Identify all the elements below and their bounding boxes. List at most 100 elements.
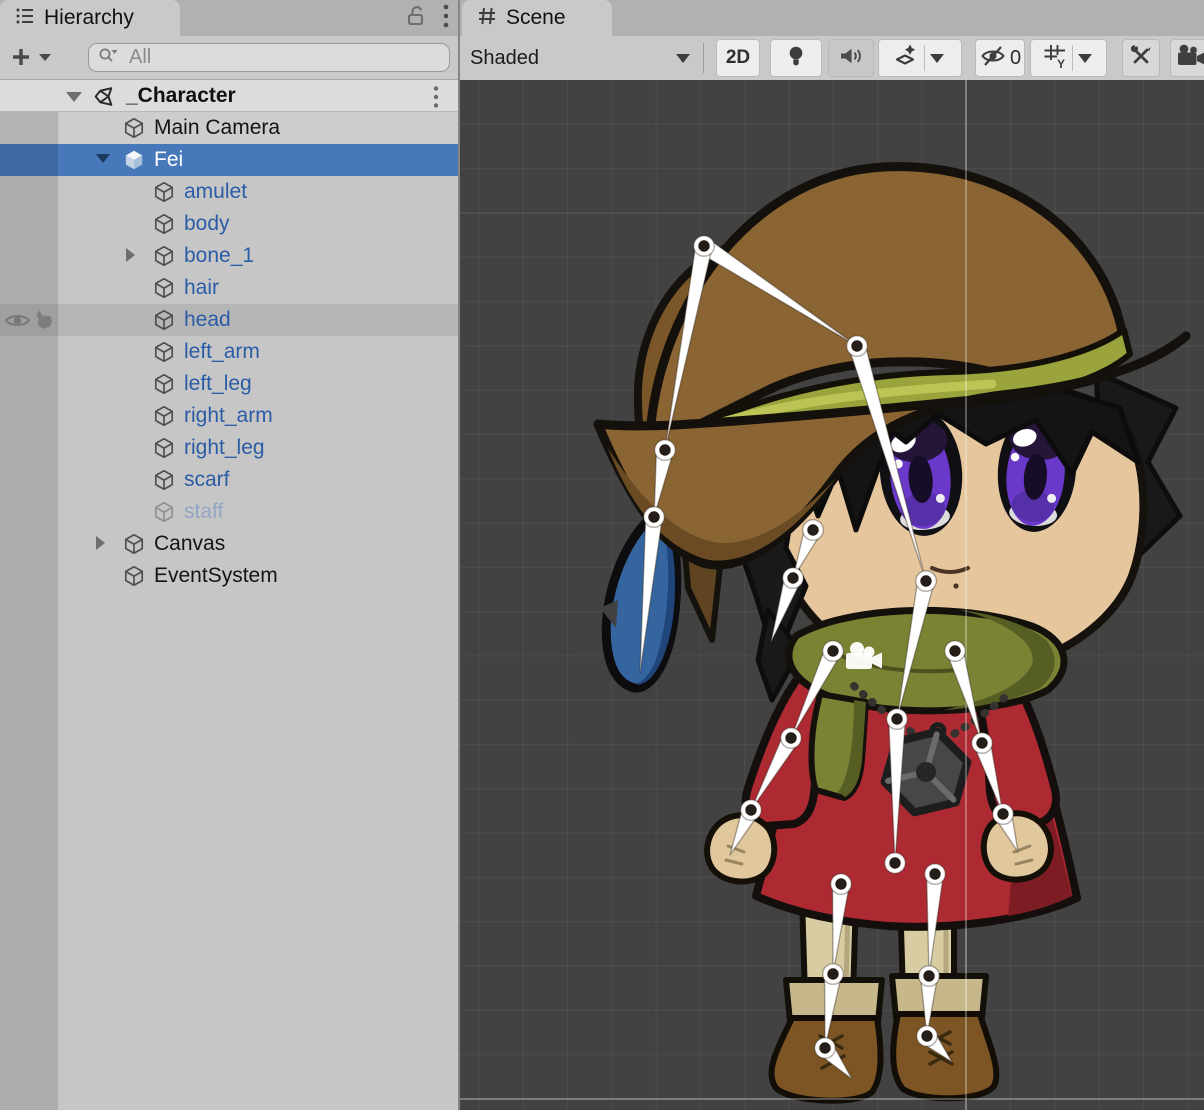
item-label: staff: [184, 496, 223, 528]
tab-scene[interactable]: Scene: [462, 0, 612, 36]
grid-dropdown[interactable]: [1072, 45, 1097, 71]
cube-icon: [152, 500, 176, 524]
cube-icon: [152, 276, 176, 300]
picking-hand-icon[interactable]: [31, 308, 55, 344]
tree-item-head[interactable]: head: [0, 304, 458, 336]
component-tools-button[interactable]: [1122, 39, 1160, 77]
chevron-collapsed-icon[interactable]: [126, 248, 135, 262]
cube-icon: [152, 372, 176, 396]
item-label: left_leg: [184, 368, 252, 400]
tree-item-left_arm[interactable]: left_arm: [0, 336, 458, 368]
search-placeholder: All: [129, 46, 151, 69]
cube-icon: [152, 436, 176, 460]
unity-editor-window: Hierarchy: [0, 0, 1204, 1110]
scene-tab-label: Scene: [506, 6, 566, 30]
unity-scene-icon: [92, 84, 117, 114]
hierarchy-tabbar: Hierarchy: [0, 0, 458, 36]
scene-tabbar: Scene: [460, 0, 1204, 36]
tree-item-amulet[interactable]: amulet: [0, 176, 458, 208]
kebab-menu-icon[interactable]: [442, 3, 450, 34]
scene-name-label: _Character: [126, 80, 236, 111]
chevron-expanded-icon[interactable]: [66, 92, 82, 102]
shading-mode-dropdown[interactable]: Shaded: [464, 39, 700, 77]
scene-visibility-button[interactable]: 0: [975, 39, 1025, 77]
item-label: EventSystem: [154, 560, 278, 592]
cube-icon: [152, 244, 176, 268]
camera-preview-button[interactable]: [1170, 39, 1204, 77]
tree-item-canvas[interactable]: Canvas: [0, 528, 458, 560]
2d-toggle-button[interactable]: 2D: [716, 39, 760, 77]
lighting-toggle-button[interactable]: [770, 39, 822, 77]
cube-icon: [122, 564, 146, 588]
effects-sparkle-icon: [892, 43, 920, 74]
tree-item-body[interactable]: body: [0, 208, 458, 240]
item-label: amulet: [184, 176, 247, 208]
item-label: Fei: [154, 144, 183, 176]
chevron-expanded-icon[interactable]: [96, 154, 110, 163]
cube-icon: [152, 308, 176, 332]
hierarchy-tree: _Character Main CameraFeiamuletbodybone_…: [0, 80, 458, 1110]
prefab-cube-icon: [122, 148, 146, 172]
cube-icon: [152, 340, 176, 364]
kebab-menu-icon[interactable]: [432, 85, 440, 114]
cube-icon: [122, 532, 146, 556]
chevron-collapsed-icon[interactable]: [96, 536, 105, 550]
item-label: right_leg: [184, 432, 265, 464]
tools-wrench-icon: [1128, 43, 1154, 74]
scene-header-row[interactable]: _Character: [0, 80, 458, 112]
caret-down-icon: [676, 54, 690, 63]
hierarchy-tab-label: Hierarchy: [44, 6, 134, 30]
item-label: right_arm: [184, 400, 273, 432]
item-label: scarf: [184, 464, 230, 496]
create-object-button[interactable]: [10, 46, 52, 68]
tree-item-scarf[interactable]: scarf: [0, 464, 458, 496]
hierarchy-toolbar: All: [0, 36, 458, 80]
tree-item-main-camera[interactable]: Main Camera: [0, 112, 458, 144]
search-icon: [97, 44, 121, 71]
hierarchy-search-input[interactable]: All: [88, 43, 450, 72]
tab-hierarchy[interactable]: Hierarchy: [0, 0, 180, 36]
tree-item-bone_1[interactable]: bone_1: [0, 240, 458, 272]
tree-item-eventsystem[interactable]: EventSystem: [0, 560, 458, 592]
scene-toolbar: Shaded 2D: [460, 36, 1204, 80]
item-label: Canvas: [154, 528, 225, 560]
item-label: left_arm: [184, 336, 260, 368]
cube-icon: [122, 116, 146, 140]
effects-dropdown[interactable]: [924, 45, 949, 71]
speaker-icon: [838, 44, 865, 73]
scene-viewport[interactable]: [460, 80, 1204, 1110]
cube-icon: [152, 180, 176, 204]
2d-label: 2D: [726, 47, 750, 69]
cube-icon: [152, 212, 176, 236]
tree-item-right_leg[interactable]: right_leg: [0, 432, 458, 464]
cube-icon: [152, 404, 176, 428]
caret-down-icon: [38, 51, 52, 63]
grid-icon: [476, 5, 498, 32]
grid-axis-icon: Y: [1041, 42, 1069, 75]
tree-item-fei[interactable]: Fei: [0, 144, 458, 176]
camera-icon: [1175, 43, 1204, 74]
tree-item-staff[interactable]: staff: [0, 496, 458, 528]
tree-item-left_leg[interactable]: left_leg: [0, 368, 458, 400]
item-label: Main Camera: [154, 112, 280, 144]
effects-toggle-button[interactable]: [878, 39, 962, 77]
scene-panel: Scene Shaded 2D: [460, 0, 1204, 1110]
lock-unlocked-icon[interactable]: [404, 4, 428, 33]
grid-visibility-button[interactable]: Y: [1030, 39, 1107, 77]
cube-icon: [152, 468, 176, 492]
shading-mode-label: Shaded: [470, 47, 539, 70]
hierarchy-panel: Hierarchy: [0, 0, 458, 1110]
item-label: bone_1: [184, 240, 254, 272]
hidden-count-label: 0: [1010, 47, 1021, 70]
item-label: hair: [184, 272, 219, 304]
eye-hidden-icon: [979, 44, 1007, 73]
tree-item-hair[interactable]: hair: [0, 272, 458, 304]
item-label: body: [184, 208, 230, 240]
svg-text:Y: Y: [1057, 57, 1065, 70]
item-label: head: [184, 304, 231, 336]
tree-item-right_arm[interactable]: right_arm: [0, 400, 458, 432]
lightbulb-icon: [784, 43, 808, 74]
list-icon: [14, 5, 36, 32]
visibility-eye-icon[interactable]: [4, 310, 31, 342]
audio-toggle-button[interactable]: [828, 39, 874, 77]
